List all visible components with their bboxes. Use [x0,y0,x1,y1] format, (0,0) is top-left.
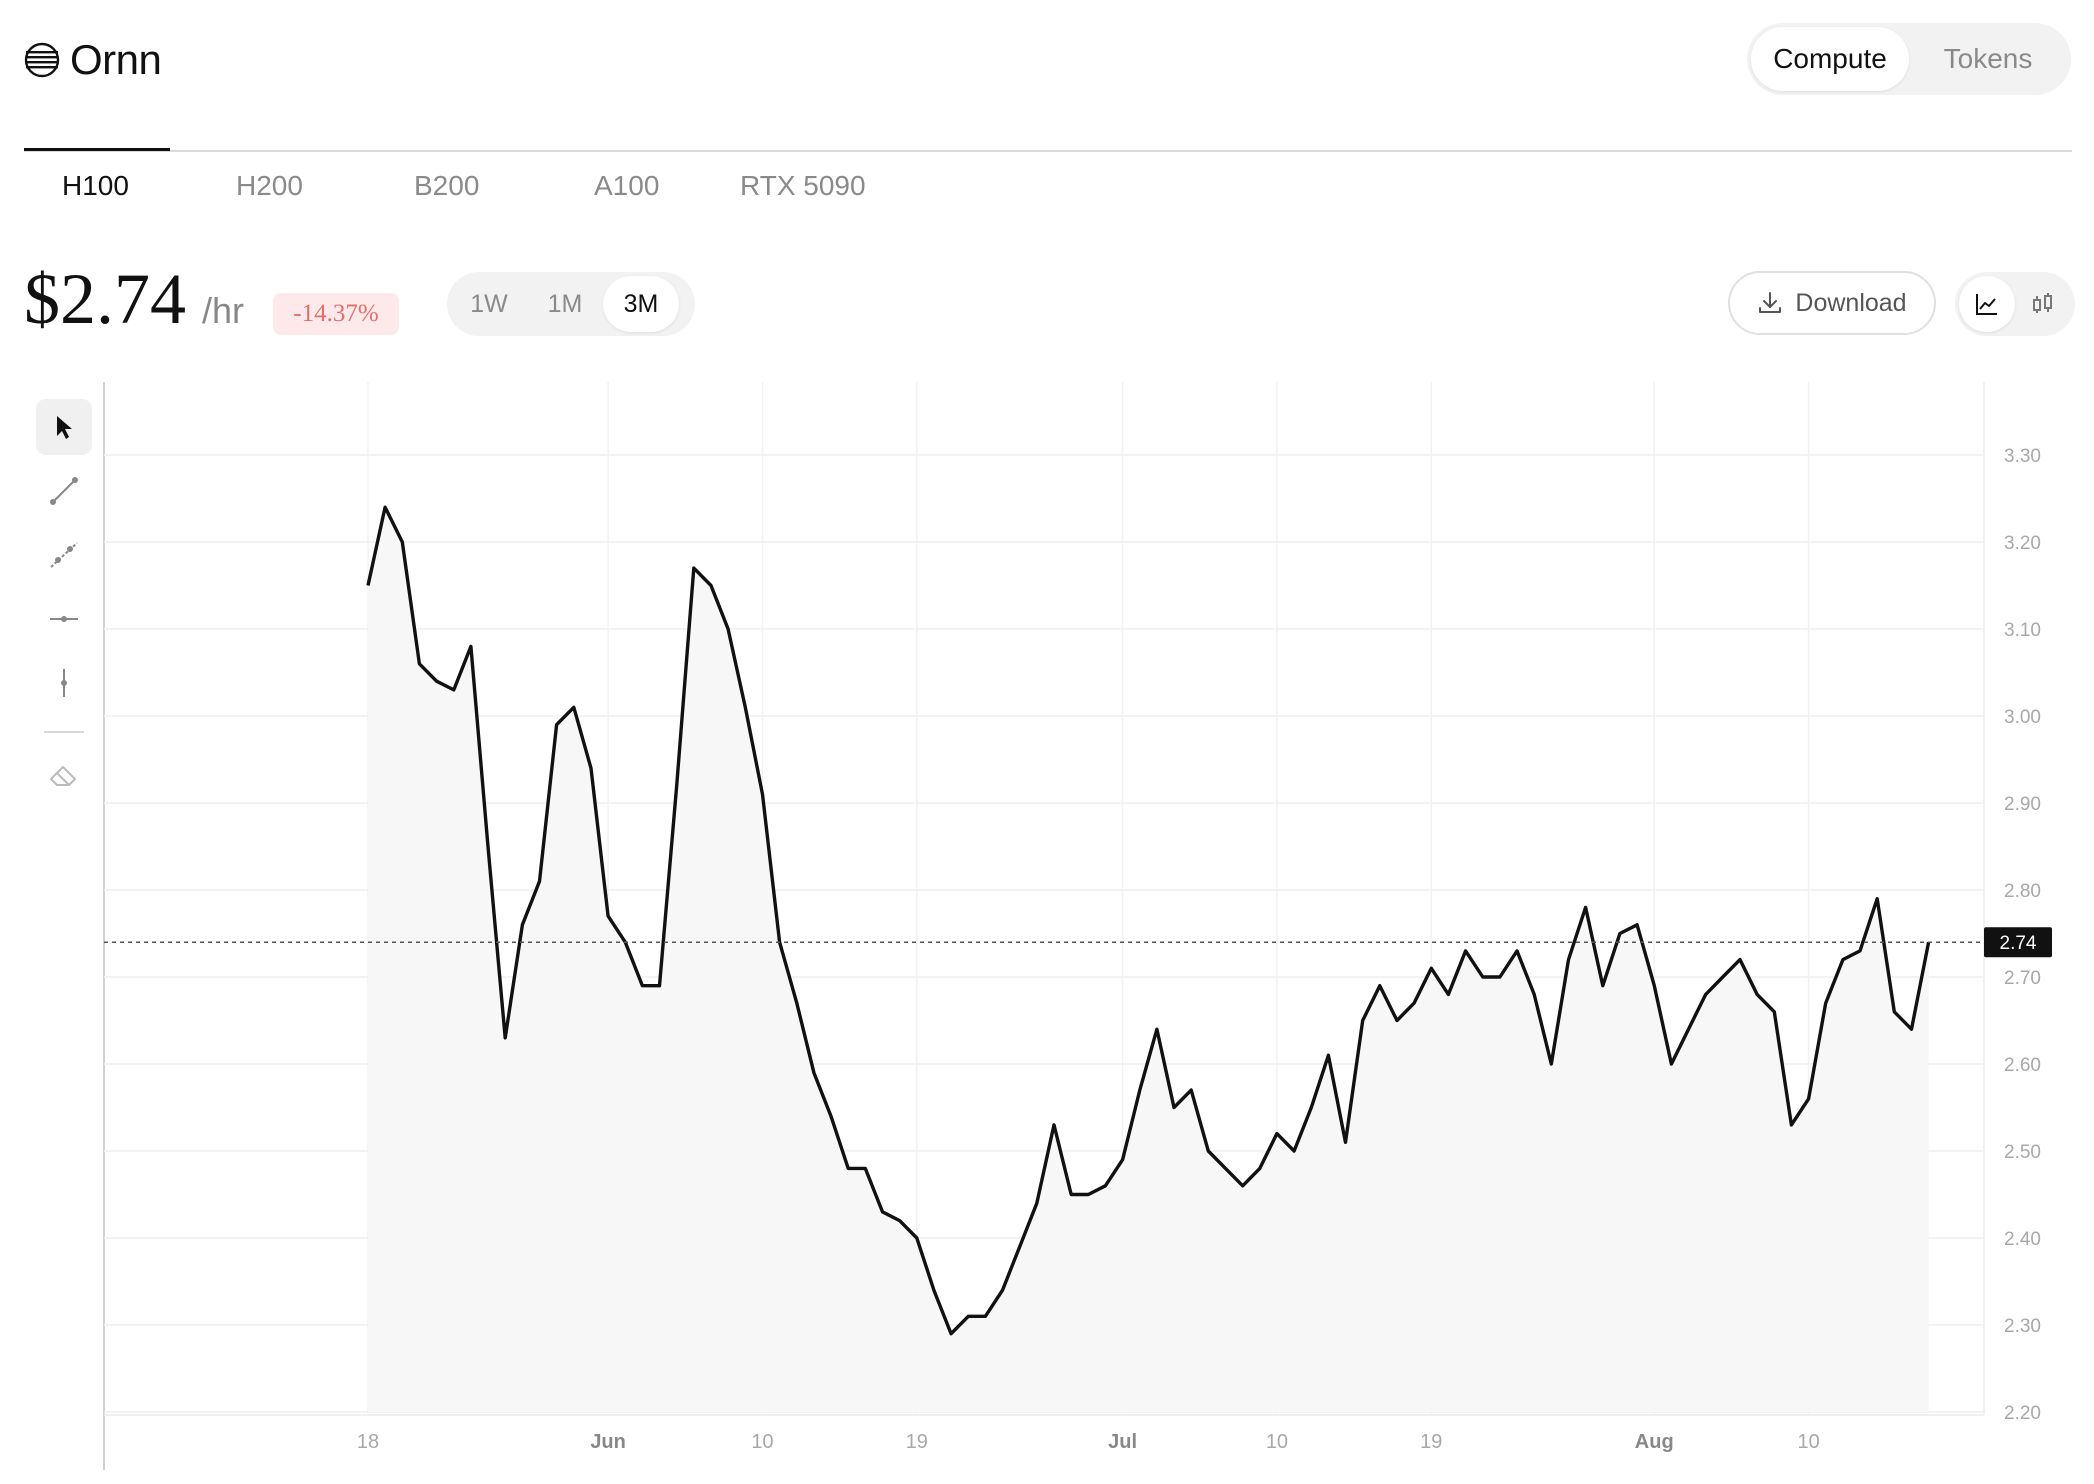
x-tick-label: Jun [590,1431,626,1453]
x-tick-label: Jul [1108,1431,1137,1453]
price-area-fill [368,507,1929,1412]
y-tick-label: 2.50 [2004,1142,2041,1163]
x-tick-label: 19 [1420,1431,1442,1453]
x-tick-label: Aug [1635,1431,1674,1453]
x-tick-label: 18 [357,1431,379,1453]
y-tick-label: 2.90 [2004,794,2041,815]
y-tick-label: 3.00 [2004,707,2041,728]
y-tick-label: 3.10 [2004,620,2041,641]
x-tick-label: 10 [1797,1431,1819,1453]
last-price-label: 2.74 [2000,933,2037,954]
y-tick-label: 2.20 [2004,1403,2041,1424]
x-tick-label: 19 [906,1431,928,1453]
y-tick-label: 2.80 [2004,881,2041,902]
y-tick-label: 2.60 [2004,1055,2041,1076]
x-axis: 18 Jun 10 19 Jul 10 19 Aug 10 [357,1431,1820,1453]
y-tick-label: 2.70 [2004,968,2041,989]
price-chart[interactable]: 3.30 3.20 3.10 3.00 2.90 2.80 2.70 2.60 2.50 2.40… [0,0,2094,1484]
x-tick-label: 10 [751,1431,773,1453]
y-tick-label: 3.20 [2004,533,2041,554]
last-price-badge: 2.74 [1984,927,2052,958]
y-tick-label: 3.30 [2004,446,2041,467]
y-tick-label: 2.40 [2004,1229,2041,1250]
x-tick-label: 10 [1266,1431,1288,1453]
y-tick-label: 2.30 [2004,1316,2041,1337]
